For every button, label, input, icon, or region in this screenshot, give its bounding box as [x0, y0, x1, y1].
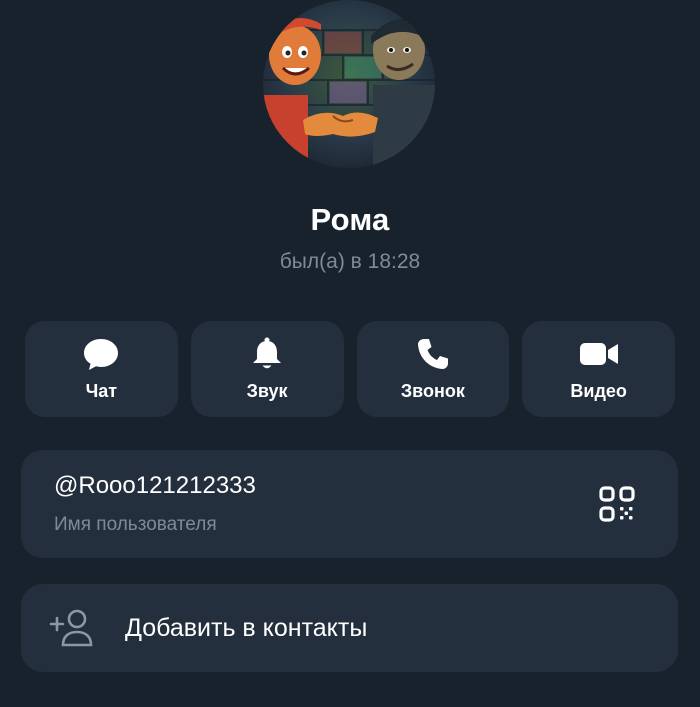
video-camera-icon: [579, 337, 619, 371]
qr-code-icon[interactable]: [598, 485, 636, 523]
username-value[interactable]: @Rooo121212333: [54, 472, 256, 500]
chat-bubble-icon: [81, 337, 121, 371]
chat-button-label: Чат: [85, 380, 118, 401]
bell-icon: [247, 337, 287, 371]
sound-button[interactable]: Звук: [190, 321, 344, 417]
add-to-contacts-label: Добавить в контакты: [125, 614, 368, 642]
phone-icon: [413, 337, 453, 371]
video-button[interactable]: Видео: [522, 321, 675, 417]
add-user-icon: [49, 608, 93, 648]
contact-name: Рома: [310, 202, 390, 237]
add-to-contacts-button[interactable]: Добавить в контакты: [21, 584, 678, 672]
call-button[interactable]: Звонок: [356, 321, 510, 417]
last-seen-status: был(а) в 18:28: [279, 250, 421, 273]
chat-button[interactable]: Чат: [25, 321, 178, 417]
call-button-label: Звонок: [400, 380, 465, 401]
username-caption: Имя пользователя: [54, 514, 217, 535]
avatar[interactable]: [263, 0, 435, 168]
avatar-image: [263, 0, 435, 168]
profile-screen: Рома был(а) в 18:28 Чат Звук Звонок Виде…: [0, 0, 700, 707]
action-buttons: Чат Звук Звонок Видео: [25, 321, 675, 417]
video-button-label: Видео: [570, 380, 627, 401]
username-card[interactable]: @Rooo121212333 Имя пользователя: [21, 450, 678, 558]
sound-button-label: Звук: [246, 380, 288, 401]
